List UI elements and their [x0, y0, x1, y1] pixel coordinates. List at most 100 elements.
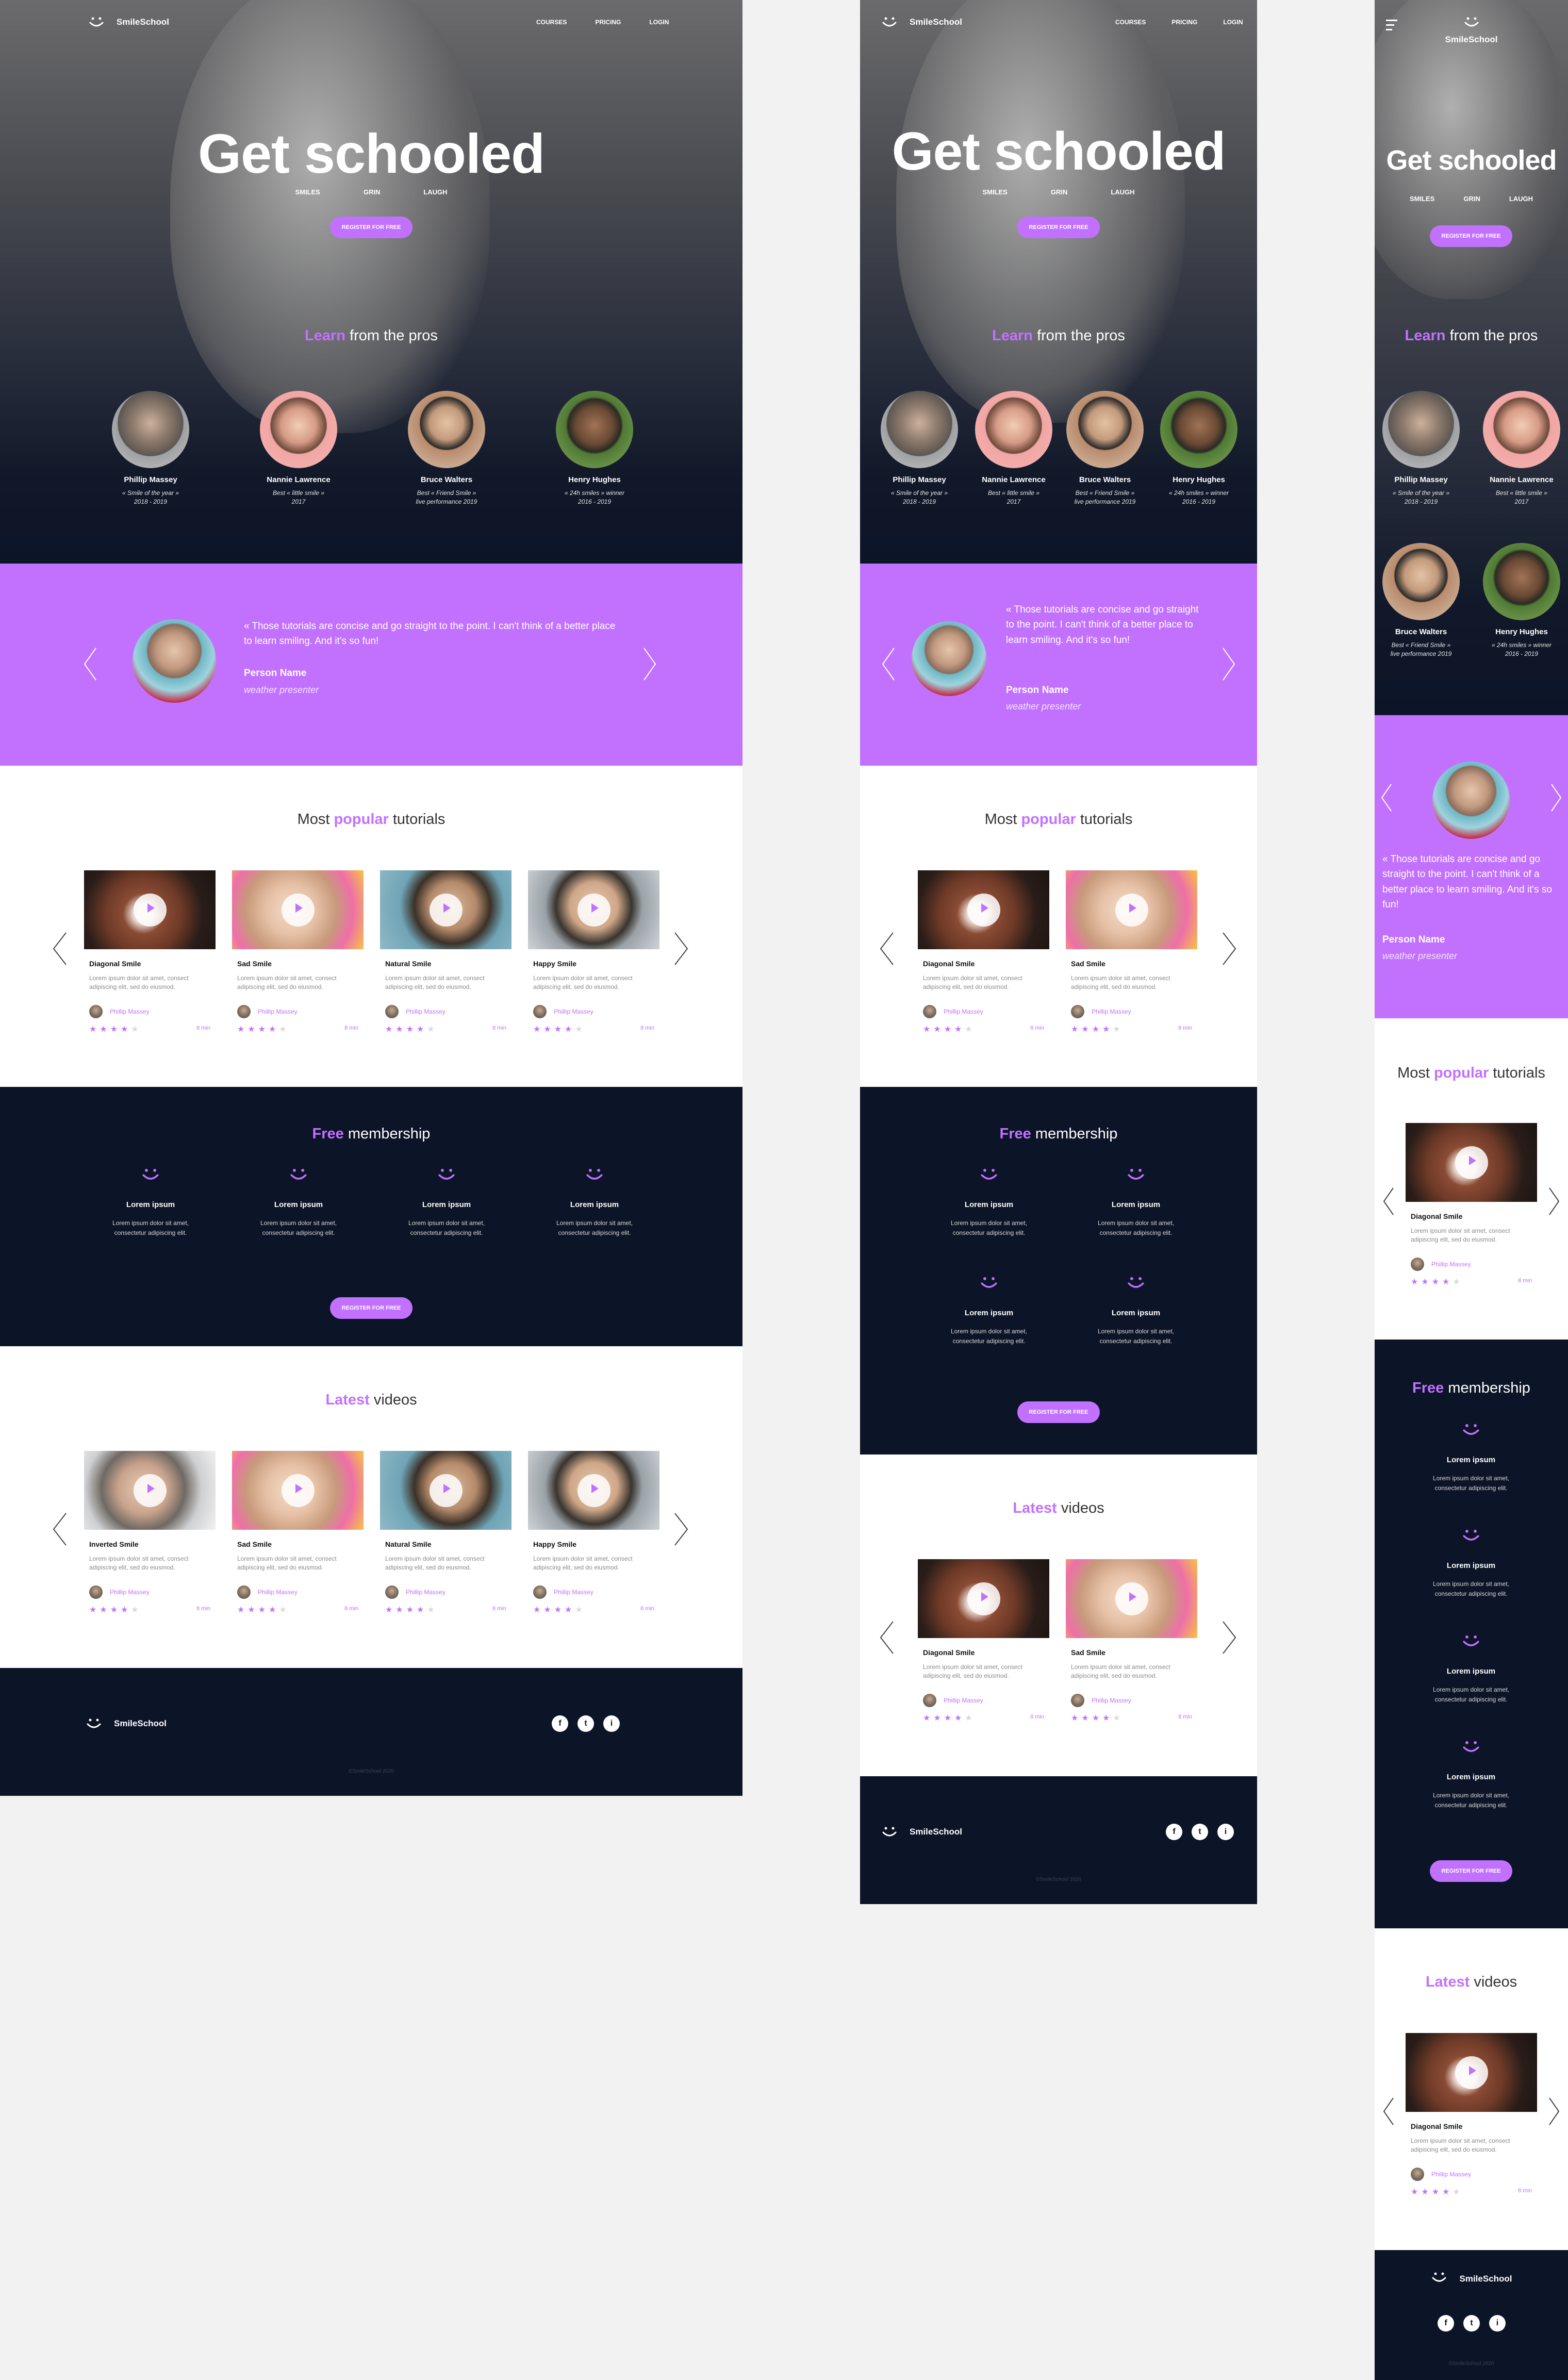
card-thumbnail[interactable]	[380, 870, 511, 949]
card-author[interactable]: Phillip Massey	[533, 1585, 593, 1599]
twitter-icon[interactable]: t	[1192, 1824, 1208, 1840]
play-icon[interactable]	[1115, 1582, 1148, 1615]
register-button[interactable]: REGISTER FOR FREE	[1017, 217, 1100, 238]
facebook-icon[interactable]: f	[1166, 1824, 1182, 1840]
chevron-left-icon[interactable]	[1380, 782, 1393, 813]
card-author[interactable]: Phillip Massey	[1071, 1694, 1131, 1707]
chevron-left-icon[interactable]	[1382, 2096, 1395, 2127]
card-title[interactable]: Diagonal Smile	[1411, 2122, 1462, 2130]
card-title[interactable]: Sad Smile	[237, 1540, 272, 1548]
card-thumbnail[interactable]	[528, 870, 659, 949]
chevron-left-icon[interactable]	[52, 1511, 68, 1547]
tutorial-card[interactable]: Diagonal Smile Lorem ipsum dolor sit amet…	[918, 1559, 1049, 1734]
chevron-right-icon[interactable]	[673, 931, 689, 967]
card-thumbnail[interactable]	[232, 1451, 364, 1530]
play-icon[interactable]	[134, 894, 167, 927]
facebook-icon[interactable]: f	[1438, 2315, 1454, 2332]
play-icon[interactable]	[1115, 894, 1148, 927]
play-icon[interactable]	[577, 1474, 610, 1507]
play-icon[interactable]	[577, 894, 610, 927]
card-title[interactable]: Happy Smile	[533, 1540, 576, 1548]
tutorial-card[interactable]: Natural Smile Lorem ipsum dolor sit amet,…	[380, 1451, 511, 1626]
card-title[interactable]: Diagonal Smile	[923, 960, 975, 968]
chevron-right-icon[interactable]	[1221, 931, 1237, 967]
brand-logo[interactable]: SmileSchool	[1375, 2271, 1568, 2287]
card-author[interactable]: Phillip Massey	[237, 1585, 298, 1599]
brand-logo[interactable]: SmileSchool	[881, 1825, 962, 1839]
play-icon[interactable]	[134, 1474, 167, 1507]
register-button[interactable]: REGISTER FOR FREE	[1430, 1860, 1512, 1882]
chevron-left-icon[interactable]	[52, 931, 68, 967]
card-thumbnail[interactable]	[1066, 1559, 1197, 1638]
nav-courses[interactable]: COURSES	[536, 19, 567, 26]
card-thumbnail[interactable]	[380, 1451, 511, 1530]
play-icon[interactable]	[282, 894, 315, 927]
brand-logo[interactable]: SmileSchool	[881, 15, 962, 29]
chevron-right-icon[interactable]	[1549, 782, 1563, 813]
twitter-icon[interactable]: t	[577, 1715, 594, 1732]
card-title[interactable]: Happy Smile	[533, 960, 576, 968]
play-icon[interactable]	[967, 1582, 1000, 1615]
card-title[interactable]: Natural Smile	[385, 1540, 431, 1548]
nav-login[interactable]: LOGIN	[649, 19, 669, 26]
tutorial-card[interactable]: Diagonal Smile Lorem ipsum dolor sit amet…	[918, 870, 1049, 1046]
card-title[interactable]: Sad Smile	[237, 960, 272, 968]
card-author[interactable]: Phillip Massey	[385, 1005, 445, 1018]
instagram-icon[interactable]: i	[1489, 2315, 1506, 2332]
tutorial-card[interactable]: Happy Smile Lorem ipsum dolor sit amet, c…	[528, 870, 659, 1046]
instagram-icon[interactable]: i	[1217, 1824, 1234, 1840]
card-author[interactable]: Phillip Massey	[237, 1005, 298, 1018]
chevron-left-icon[interactable]	[1382, 1186, 1395, 1217]
chevron-right-icon[interactable]	[1547, 1186, 1561, 1217]
instagram-icon[interactable]: i	[603, 1715, 620, 1732]
card-author[interactable]: Phillip Massey	[89, 1585, 150, 1599]
card-title[interactable]: Diagonal Smile	[923, 1648, 975, 1657]
card-thumbnail[interactable]	[1406, 1123, 1537, 1202]
tutorial-card[interactable]: Diagonal Smile Lorem ipsum dolor sit amet…	[1406, 1123, 1537, 1298]
nav-login[interactable]: LOGIN	[1223, 19, 1243, 26]
card-author[interactable]: Phillip Massey	[923, 1005, 983, 1018]
card-title[interactable]: Diagonal Smile	[89, 960, 141, 968]
tutorial-card[interactable]: Happy Smile Lorem ipsum dolor sit amet, c…	[528, 1451, 659, 1626]
nav-courses[interactable]: COURSES	[1115, 19, 1146, 26]
tutorial-card[interactable]: Sad Smile Lorem ipsum dolor sit amet, con…	[1066, 1559, 1197, 1734]
register-button[interactable]: REGISTER FOR FREE	[330, 217, 412, 238]
chevron-left-icon[interactable]	[881, 646, 896, 682]
nav-pricing[interactable]: PRICING	[595, 19, 621, 26]
play-icon[interactable]	[967, 894, 1000, 927]
card-author[interactable]: Phillip Massey	[1411, 2168, 1471, 2181]
register-button[interactable]: REGISTER FOR FREE	[1430, 225, 1512, 247]
play-icon[interactable]	[1455, 1146, 1488, 1179]
card-title[interactable]: Sad Smile	[1071, 960, 1105, 968]
card-thumbnail[interactable]	[918, 1559, 1049, 1638]
tutorial-card[interactable]: Inverted Smile Lorem ipsum dolor sit amet…	[84, 1451, 216, 1626]
facebook-icon[interactable]: f	[552, 1715, 568, 1732]
chevron-right-icon[interactable]	[1221, 646, 1236, 682]
play-icon[interactable]	[1455, 2056, 1488, 2089]
nav-pricing[interactable]: PRICING	[1171, 19, 1197, 26]
brand-logo[interactable]: SmileSchool	[85, 1717, 167, 1730]
register-button[interactable]: REGISTER FOR FREE	[330, 1297, 412, 1319]
tutorial-card[interactable]: Diagonal Smile Lorem ipsum dolor sit amet…	[1406, 2033, 1537, 2208]
card-thumbnail[interactable]	[84, 1451, 216, 1530]
tutorial-card[interactable]: Sad Smile Lorem ipsum dolor sit amet, con…	[232, 1451, 364, 1626]
card-author[interactable]: Phillip Massey	[1071, 1005, 1131, 1018]
card-thumbnail[interactable]	[1066, 870, 1197, 949]
card-thumbnail[interactable]	[1406, 2033, 1537, 2112]
card-thumbnail[interactable]	[84, 870, 216, 949]
card-thumbnail[interactable]	[232, 870, 364, 949]
card-thumbnail[interactable]	[528, 1451, 659, 1530]
brand-logo[interactable]: SmileSchool	[1375, 15, 1568, 45]
card-title[interactable]: Diagonal Smile	[1411, 1212, 1462, 1220]
chevron-left-icon[interactable]	[879, 931, 895, 967]
play-icon[interactable]	[430, 1474, 463, 1507]
chevron-right-icon[interactable]	[642, 646, 657, 682]
card-author[interactable]: Phillip Massey	[89, 1005, 150, 1018]
card-author[interactable]: Phillip Massey	[533, 1005, 593, 1018]
chevron-left-icon[interactable]	[82, 646, 98, 682]
card-thumbnail[interactable]	[918, 870, 1049, 949]
card-title[interactable]: Sad Smile	[1071, 1648, 1105, 1657]
play-icon[interactable]	[282, 1474, 315, 1507]
chevron-right-icon[interactable]	[1221, 1619, 1237, 1656]
tutorial-card[interactable]: Sad Smile Lorem ipsum dolor sit amet, con…	[1066, 870, 1197, 1046]
